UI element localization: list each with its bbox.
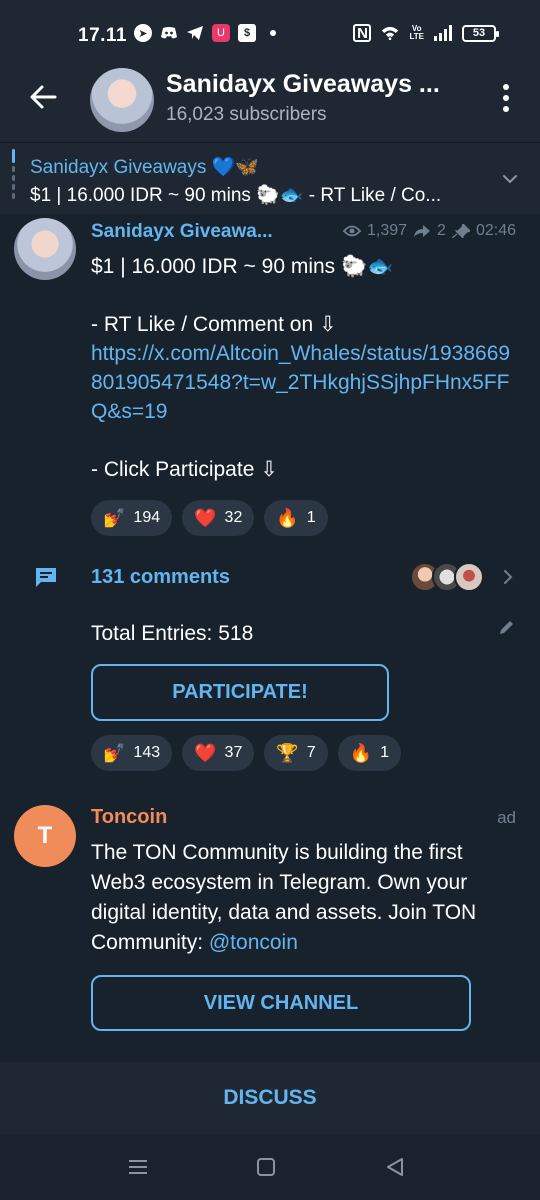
reaction-chip[interactable]: ❤️ 37: [182, 735, 255, 771]
telegram-icon: ➤: [134, 24, 152, 42]
reaction-count: 32: [224, 509, 243, 526]
reaction-count: 37: [224, 744, 243, 761]
battery-icon: 53: [462, 24, 499, 42]
volte-line-2: LTE: [409, 32, 424, 41]
reaction-count: 7: [306, 744, 316, 761]
reaction-chip[interactable]: 💅 194: [91, 500, 173, 536]
views-count: 1,397: [367, 222, 408, 239]
chat-header[interactable]: Sanidayx Giveaways ... 16,023 subscriber…: [0, 58, 540, 142]
reaction-count: 194: [133, 509, 161, 526]
battery-level: 53: [472, 27, 486, 39]
edit-pencil-icon[interactable]: [498, 618, 516, 636]
app-icon: U: [212, 24, 230, 42]
reaction-chip[interactable]: 🔥 1: [264, 500, 328, 536]
ad-label[interactable]: ad: [497, 808, 516, 828]
reaction-emoji: 🔥: [349, 743, 373, 763]
message-link[interactable]: https://x.com/Altcoin_Whales/status/1938…: [91, 339, 511, 426]
nfc-icon: N: [353, 24, 372, 42]
message-body: $1 | 16.000 IDR ~ 90 mins 🐑🐟 - RT Like /…: [91, 252, 511, 484]
signal-icon: [434, 25, 452, 41]
avatar: [454, 562, 484, 592]
message-line-1: $1 | 16.000 IDR ~ 90 mins 🐑🐟: [91, 255, 394, 278]
comments-count[interactable]: 131 comments: [91, 566, 230, 589]
reaction-chip[interactable]: 🏆 7: [264, 735, 328, 771]
pin-icon: [451, 224, 470, 238]
ad-author[interactable]: Toncoin: [91, 806, 167, 829]
system-nav-bar: [0, 1134, 540, 1200]
discord-icon: [160, 24, 178, 42]
reaction-count: 1: [306, 509, 316, 526]
message-author[interactable]: Sanidayx Giveawa...: [91, 221, 273, 243]
volte-icon: Vo LTE: [409, 25, 424, 41]
ad-avatar[interactable]: T: [14, 805, 76, 867]
comments-row[interactable]: 131 comments: [0, 552, 540, 602]
reaction-count: 143: [133, 744, 161, 761]
reaction-emoji: 💅: [103, 508, 126, 528]
giveaway-reactions: 💅 143 ❤️ 37 🏆 7 🔥 1: [91, 735, 401, 771]
more-options-icon[interactable]: [502, 84, 510, 112]
reaction-count: 1: [380, 744, 389, 761]
total-entries: Total Entries: 518: [91, 622, 254, 645]
channel-title[interactable]: Sanidayx Giveaways ...: [166, 70, 440, 99]
notification-icons: ➤ U $: [134, 24, 276, 42]
status-bar: 17.11 ➤ U $ N Vo LTE 53: [0, 0, 540, 58]
pinned-indicator: [12, 149, 15, 207]
telegram-icon: [186, 24, 204, 42]
back-triangle-icon[interactable]: [386, 1157, 404, 1177]
author-avatar[interactable]: [14, 218, 76, 280]
message-reactions: 💅 194 ❤️ 32 🔥 1: [91, 500, 328, 536]
reaction-emoji: ❤️: [194, 743, 217, 763]
reaction-chip[interactable]: ❤️ 32: [182, 500, 255, 536]
shop-icon: $: [238, 24, 256, 42]
pinned-title: Sanidayx Giveaways 💙🦋: [30, 157, 259, 178]
message-line-3: - Click Participate ⇩: [91, 458, 278, 481]
reaction-chip[interactable]: 🔥 1: [337, 735, 401, 771]
pinned-text: $1 | 16.000 IDR ~ 90 mins 🐑🐟 - RT Like /…: [30, 185, 442, 206]
wifi-icon: [381, 24, 399, 42]
message-time: 02:46: [475, 222, 516, 239]
message-line-2: - RT Like / Comment on ⇩: [91, 313, 337, 336]
reaction-chip[interactable]: 💅 143: [91, 735, 173, 771]
pinned-message[interactable]: Sanidayx Giveaways 💙🦋 $1 | 16.000 IDR ~ …: [0, 142, 540, 214]
subscriber-count: 16,023 subscribers: [166, 104, 327, 125]
reaction-emoji: 🏆: [276, 743, 299, 763]
system-icons: N Vo LTE 53: [353, 24, 499, 42]
ad-text: The TON Community is building the first …: [91, 838, 491, 958]
status-time: 17.11: [78, 25, 127, 46]
participate-button[interactable]: PARTICIPATE!: [91, 664, 389, 721]
forwards-count: 2: [437, 222, 446, 239]
back-arrow-icon[interactable]: [28, 82, 58, 112]
recent-apps-icon[interactable]: [128, 1158, 148, 1176]
comments-icon: [36, 568, 56, 587]
reaction-emoji: 🔥: [276, 508, 299, 528]
home-icon[interactable]: [257, 1158, 275, 1176]
chevron-right-icon: [504, 570, 513, 584]
message-meta: 1,397 2 02:46: [343, 222, 516, 240]
commenter-avatars: [410, 562, 484, 592]
views-eye-icon: [343, 225, 361, 237]
channel-avatar[interactable]: [90, 68, 154, 132]
more-notifications-dot: [270, 30, 276, 36]
discuss-button[interactable]: DISCUSS: [0, 1062, 540, 1134]
reaction-emoji: 💅: [103, 743, 126, 763]
forward-icon: [414, 225, 431, 237]
reaction-emoji: ❤️: [194, 508, 217, 528]
ad-mention-link[interactable]: @toncoin: [209, 931, 298, 954]
chevron-down-icon[interactable]: [502, 171, 518, 187]
view-channel-button[interactable]: VIEW CHANNEL: [91, 975, 471, 1031]
